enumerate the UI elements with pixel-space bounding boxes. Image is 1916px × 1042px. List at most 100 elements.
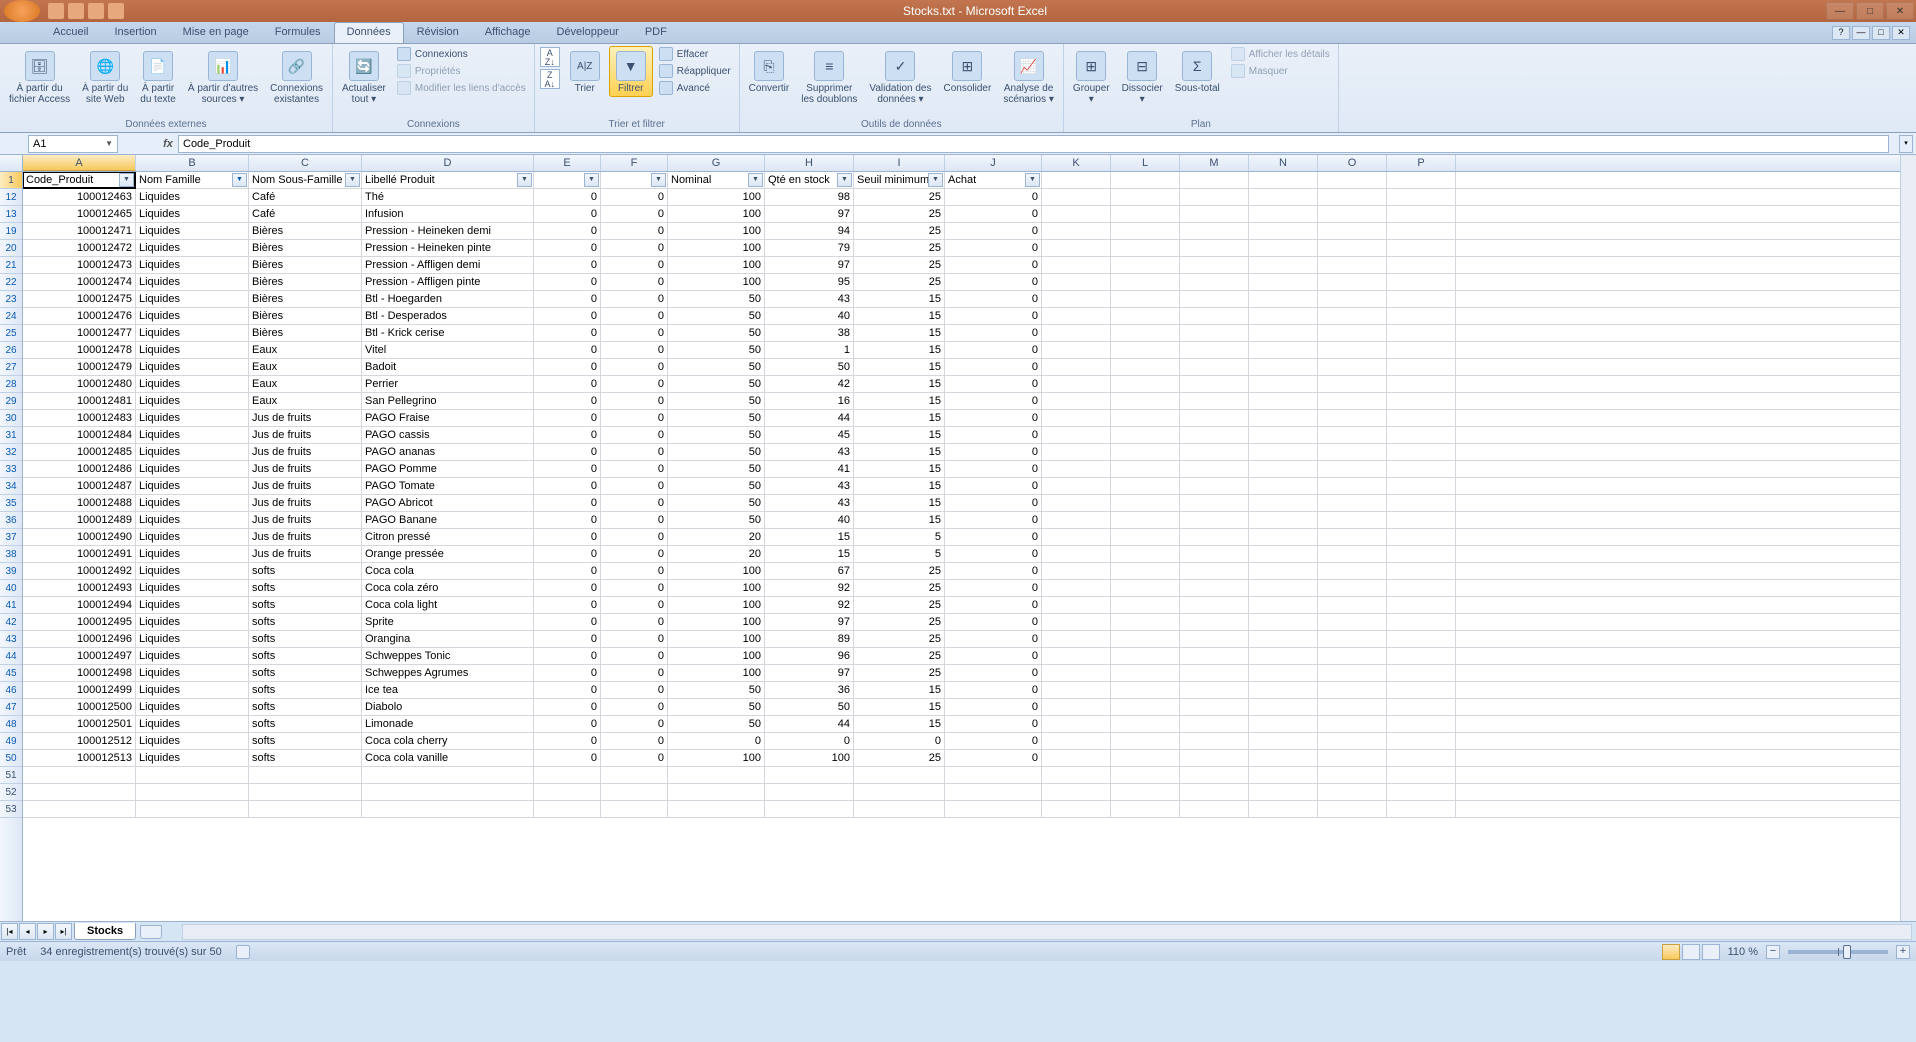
cell[interactable] [23, 784, 136, 800]
cell[interactable]: Bières [249, 325, 362, 341]
cell[interactable] [1180, 665, 1249, 681]
cell[interactable] [1042, 308, 1111, 324]
cell[interactable] [601, 801, 668, 817]
cell[interactable] [1249, 206, 1318, 222]
cell[interactable] [1318, 750, 1387, 766]
cell[interactable]: 0 [601, 750, 668, 766]
cell[interactable]: 15 [854, 342, 945, 358]
cell[interactable]: 0 [534, 597, 601, 613]
row-header[interactable]: 45 [0, 665, 22, 682]
column-header[interactable]: K [1042, 155, 1111, 171]
cell[interactable]: Liquides [136, 444, 249, 460]
cell[interactable] [1318, 767, 1387, 783]
cell[interactable]: 0 [534, 291, 601, 307]
row-header[interactable]: 43 [0, 631, 22, 648]
cell[interactable] [1042, 597, 1111, 613]
cell[interactable]: 0 [601, 597, 668, 613]
consolidate-button[interactable]: ⊞Consolider [939, 46, 997, 97]
column-header[interactable]: B [136, 155, 249, 171]
cell[interactable] [1387, 461, 1456, 477]
cell[interactable]: Pression - Heineken pinte [362, 240, 534, 256]
cell[interactable] [1387, 223, 1456, 239]
row-header[interactable]: 30 [0, 410, 22, 427]
filter-header-cell[interactable]: Code_Produit▼ [23, 172, 136, 188]
cell[interactable]: 100 [668, 648, 765, 664]
cell[interactable]: 25 [854, 189, 945, 205]
ribbon-tab[interactable]: Révision [404, 22, 472, 43]
cell[interactable] [1111, 291, 1180, 307]
fx-icon[interactable]: fx [158, 138, 178, 150]
cell[interactable]: 0 [534, 325, 601, 341]
cell[interactable] [1387, 325, 1456, 341]
filter-header-cell[interactable] [1180, 172, 1249, 188]
cell[interactable]: softs [249, 750, 362, 766]
filter-header-cell[interactable] [1318, 172, 1387, 188]
cell[interactable]: 50 [668, 682, 765, 698]
filter-dropdown-icon[interactable]: ▼ [517, 173, 532, 187]
from-web-button[interactable]: 🌐À partir du site Web [77, 46, 133, 108]
cell[interactable]: 0 [601, 342, 668, 358]
cell[interactable] [1387, 614, 1456, 630]
cell[interactable] [1318, 444, 1387, 460]
ribbon-tab[interactable]: Insertion [101, 22, 169, 43]
cell[interactable]: Liquides [136, 291, 249, 307]
cell[interactable]: Badoit [362, 359, 534, 375]
cell[interactable]: 0 [534, 376, 601, 392]
row-header[interactable]: 32 [0, 444, 22, 461]
cell[interactable]: 0 [945, 189, 1042, 205]
cell[interactable] [1042, 444, 1111, 460]
doc-minimize-button[interactable]: — [1852, 26, 1870, 40]
cell[interactable]: Bières [249, 291, 362, 307]
cell[interactable]: Coca cola zéro [362, 580, 534, 596]
advanced-filter-button[interactable]: Avancé [655, 80, 735, 96]
expand-formula-bar[interactable]: ▾ [1899, 135, 1913, 153]
cell[interactable]: Bières [249, 257, 362, 273]
qat-undo-icon[interactable] [68, 3, 84, 19]
cell[interactable]: softs [249, 614, 362, 630]
cell[interactable]: 0 [534, 478, 601, 494]
cell[interactable] [1249, 682, 1318, 698]
column-header[interactable]: J [945, 155, 1042, 171]
cell[interactable]: 15 [854, 308, 945, 324]
cell[interactable]: 0 [601, 614, 668, 630]
cell[interactable]: 0 [945, 478, 1042, 494]
cell[interactable]: 0 [945, 393, 1042, 409]
cell[interactable] [1111, 308, 1180, 324]
sort-az-button[interactable]: AZ↓ [539, 46, 561, 68]
cell[interactable]: 15 [765, 529, 854, 545]
maximize-button[interactable]: □ [1856, 2, 1884, 20]
zoom-thumb[interactable] [1843, 945, 1851, 959]
cell[interactable] [1387, 529, 1456, 545]
cell[interactable]: 0 [534, 393, 601, 409]
cell[interactable]: 100012491 [23, 546, 136, 562]
cell[interactable] [1387, 495, 1456, 511]
cell[interactable] [1318, 665, 1387, 681]
cell[interactable]: 43 [765, 495, 854, 511]
zoom-in-button[interactable]: + [1896, 945, 1910, 959]
row-header[interactable]: 35 [0, 495, 22, 512]
cell[interactable] [1387, 206, 1456, 222]
cell[interactable]: PAGO Fraise [362, 410, 534, 426]
cell[interactable]: 100 [668, 750, 765, 766]
data-validation-button[interactable]: ✓Validation des données ▾ [864, 46, 936, 108]
view-normal-button[interactable] [1662, 944, 1680, 960]
cell[interactable] [1387, 750, 1456, 766]
cell[interactable]: Liquides [136, 393, 249, 409]
cell[interactable] [1042, 529, 1111, 545]
cell[interactable]: Liquides [136, 699, 249, 715]
cell[interactable] [1180, 750, 1249, 766]
formula-input[interactable]: Code_Produit [178, 135, 1889, 153]
cell[interactable]: 15 [854, 512, 945, 528]
row-header[interactable]: 21 [0, 257, 22, 274]
cell[interactable] [1249, 189, 1318, 205]
cell[interactable]: Sprite [362, 614, 534, 630]
cell[interactable]: 50 [668, 427, 765, 443]
cell[interactable]: Liquides [136, 376, 249, 392]
cell[interactable] [1180, 597, 1249, 613]
cell[interactable]: PAGO cassis [362, 427, 534, 443]
cell[interactable]: 0 [945, 257, 1042, 273]
cell[interactable] [1042, 631, 1111, 647]
cell[interactable]: Liquides [136, 495, 249, 511]
cell[interactable]: 0 [854, 733, 945, 749]
cell[interactable] [1180, 580, 1249, 596]
